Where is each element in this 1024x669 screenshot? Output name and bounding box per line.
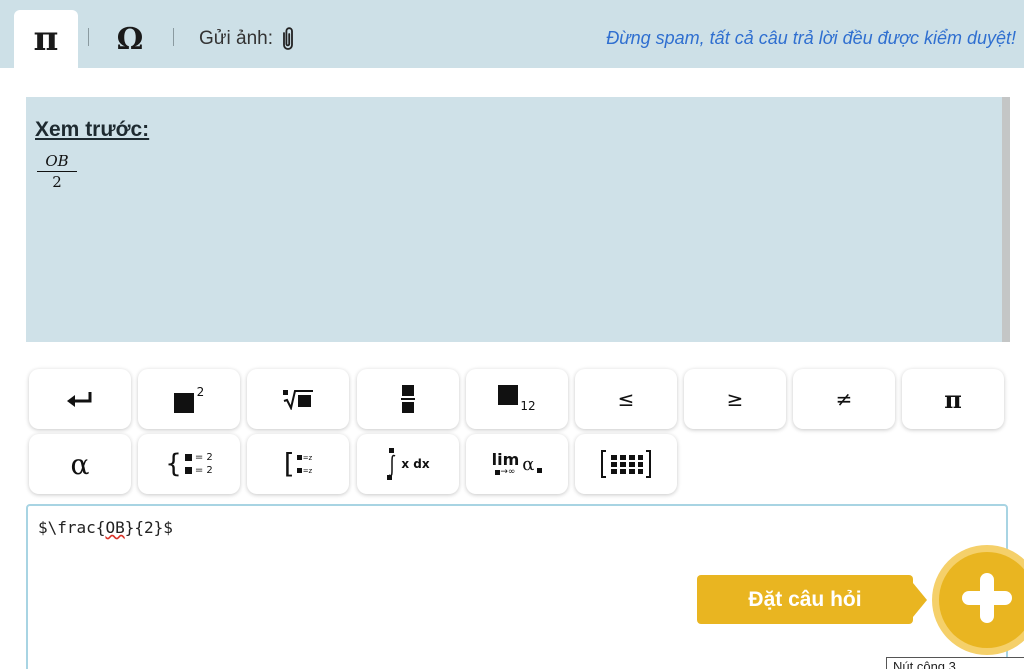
nth-root-icon [281, 388, 315, 410]
bracket-system-icon: [ =z =z [283, 447, 313, 480]
superscript-key[interactable]: 2 [138, 369, 240, 429]
misspelled-word: OB [105, 518, 125, 537]
moderation-notice: Đừng spam, tất cả câu trả lời đều được k… [606, 28, 1016, 48]
not-equal-key[interactable]: ≠ [793, 369, 895, 429]
fraction-icon [400, 384, 416, 414]
equation-system-key[interactable]: { = 2 = 2 [138, 434, 240, 494]
preview-title: Xem trước: [35, 118, 150, 141]
preview-fraction: OB 2 [37, 152, 77, 190]
integral-icon: x dx [386, 448, 430, 480]
plus-icon [960, 571, 1014, 629]
tab-special-characters[interactable]: Ω [108, 18, 152, 60]
paperclip-icon[interactable] [279, 26, 297, 52]
ask-question-label[interactable]: Đặt câu hỏi [697, 575, 913, 624]
fraction-bar [37, 171, 77, 172]
tab-math-symbols[interactable]: π [14, 10, 78, 68]
less-equal-key[interactable]: ≤ [575, 369, 677, 429]
limit-icon: lim →∞ α [492, 451, 543, 477]
alpha-key[interactable]: α [29, 434, 131, 494]
enter-key[interactable] [29, 369, 131, 429]
fraction-denominator: 2 [52, 173, 62, 191]
preview-panel: Xem trước: OB 2 [26, 97, 1010, 342]
superscript-icon: 2 [173, 385, 204, 413]
greater-equal-key[interactable]: ≥ [684, 369, 786, 429]
toolbar-divider [88, 28, 89, 46]
tooltip: Nút cộng 3... [886, 657, 1024, 669]
toolbar-divider [173, 28, 174, 46]
equation-system-icon: { = 2 = 2 [165, 449, 213, 479]
matrix-key[interactable] [575, 434, 677, 494]
pi-key[interactable]: π [902, 369, 1004, 429]
matrix-icon [600, 448, 652, 480]
subscript-key[interactable]: 12 [466, 369, 568, 429]
editor-toolbar: π Ω Gửi ảnh: Đừng spam, tất cả câu trả l… [0, 0, 1024, 68]
subscript-icon: 12 [498, 385, 536, 413]
limit-key[interactable]: lim →∞ α [466, 434, 568, 494]
equation-combination-key[interactable]: [ =z =z [247, 434, 349, 494]
upload-label: Gửi ảnh: [199, 28, 273, 49]
return-arrow-icon [65, 390, 95, 408]
fraction-key[interactable] [357, 369, 459, 429]
fraction-numerator: OB [45, 152, 69, 170]
nth-root-key[interactable] [247, 369, 349, 429]
upload-image-button[interactable]: Gửi ảnh: [199, 24, 297, 54]
integral-key[interactable]: x dx [357, 434, 459, 494]
fab-inner [939, 552, 1024, 648]
ask-label-pointer [913, 583, 927, 617]
